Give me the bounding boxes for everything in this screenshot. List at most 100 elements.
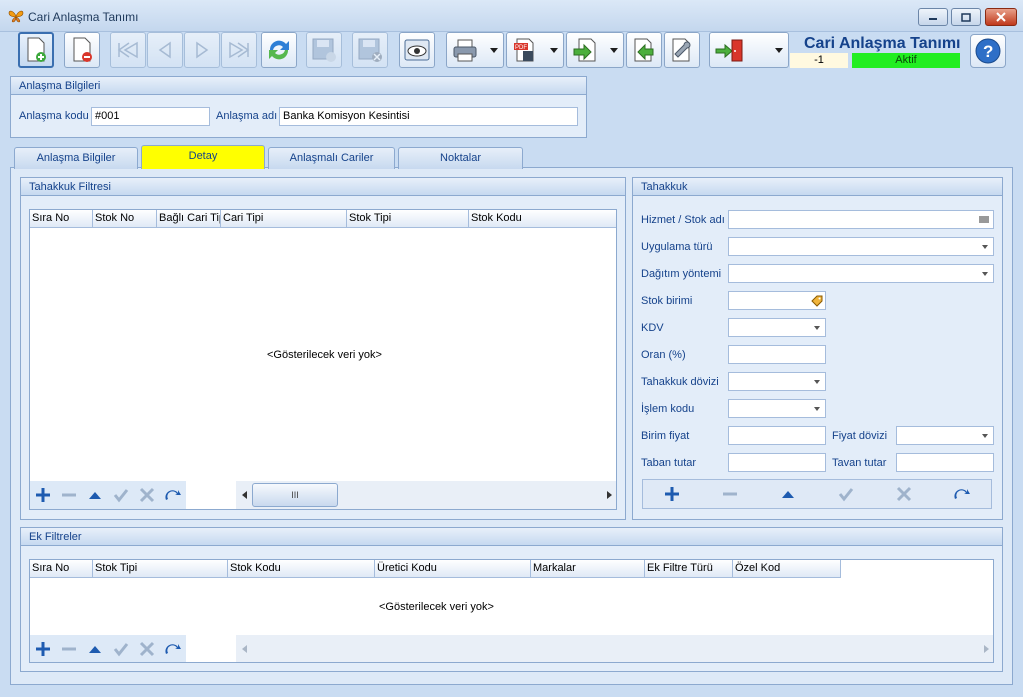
close-button[interactable]	[985, 8, 1017, 26]
service-stock-label: Hizmet / Stok adı	[641, 214, 725, 226]
export-button[interactable]	[566, 32, 624, 68]
new-record-button[interactable]	[18, 32, 54, 68]
service-stock-input[interactable]	[728, 210, 994, 229]
cancel-accrual-button[interactable]	[875, 482, 933, 506]
pdf-dropdown-arrow	[550, 48, 558, 53]
cancel-icon	[139, 487, 155, 503]
next-record-button[interactable]	[184, 32, 220, 68]
column-header[interactable]: Markalar	[531, 560, 645, 578]
confirm-icon	[838, 488, 854, 502]
cancel-button[interactable]	[134, 483, 160, 507]
application-type-label: Uygulama türü	[641, 241, 713, 253]
column-header[interactable]: Sıra No	[30, 560, 93, 578]
move-up-button[interactable]	[82, 637, 108, 661]
tab-points[interactable]: Noktalar	[398, 147, 523, 169]
extra-filters-group: Ek Filtreler Sıra No Stok Tipi Stok Kodu…	[20, 527, 1003, 672]
ceiling-amount-input[interactable]	[896, 453, 994, 472]
status-badge: Aktif	[852, 53, 960, 68]
application-type-select[interactable]	[728, 237, 994, 256]
price-currency-label: Fiyat dövizi	[832, 430, 888, 442]
tab-agreement-info[interactable]: Anlaşma Bilgiler	[14, 147, 138, 169]
move-up-accrual-button[interactable]	[759, 482, 817, 506]
column-header[interactable]: Stok Tipi	[347, 210, 469, 228]
pdf-icon: PDF	[514, 38, 534, 62]
remove-row-button[interactable]	[56, 483, 82, 507]
empty-grid-message: <Gösterilecek veri yok>	[267, 349, 382, 361]
confirm-icon	[113, 489, 129, 503]
cancel-button[interactable]	[134, 637, 160, 661]
remove-accrual-button[interactable]	[701, 482, 759, 506]
up-icon	[89, 492, 101, 499]
last-record-button[interactable]	[221, 32, 257, 68]
scroll-thumb[interactable]: III	[252, 483, 338, 507]
move-up-button[interactable]	[82, 483, 108, 507]
minimize-button[interactable]	[918, 8, 948, 26]
scroll-left-arrow[interactable]	[242, 645, 247, 653]
save-close-button[interactable]	[352, 32, 388, 68]
price-currency-select[interactable]	[896, 426, 994, 445]
chevron-down-icon	[814, 380, 820, 384]
add-row-button[interactable]	[30, 637, 56, 661]
scroll-right-arrow[interactable]	[984, 645, 989, 653]
column-header[interactable]: Ek Filtre Türü	[645, 560, 733, 578]
first-record-button[interactable]	[110, 32, 146, 68]
confirm-button[interactable]	[108, 483, 134, 507]
settings-button[interactable]	[664, 32, 700, 68]
floor-amount-input[interactable]	[728, 453, 826, 472]
exit-door-icon	[715, 39, 743, 62]
export-document-icon	[573, 38, 596, 62]
unit-price-input[interactable]	[728, 426, 826, 445]
column-header[interactable]: Stok Kodu	[469, 210, 616, 228]
confirm-accrual-button[interactable]	[817, 482, 875, 506]
stock-unit-input[interactable]	[728, 291, 826, 310]
delete-record-button[interactable]	[64, 32, 100, 68]
horizontal-scrollbar[interactable]	[236, 635, 993, 662]
agreement-code-input[interactable]: #001	[91, 107, 210, 126]
add-accrual-button[interactable]	[643, 482, 701, 506]
add-row-button[interactable]	[30, 483, 56, 507]
column-header[interactable]: Stok Kodu	[228, 560, 375, 578]
tab-agreement-accounts[interactable]: Anlaşmalı Cariler	[268, 147, 395, 169]
previous-record-button[interactable]	[147, 32, 183, 68]
scroll-left-arrow[interactable]	[242, 491, 247, 499]
exit-button[interactable]	[709, 32, 789, 68]
refresh-grid-button[interactable]	[160, 483, 186, 507]
refresh-button[interactable]	[261, 32, 297, 68]
refresh-accrual-button[interactable]	[933, 482, 991, 506]
vat-select[interactable]	[728, 318, 826, 337]
column-header[interactable]: Sıra No	[30, 210, 93, 228]
transaction-code-select[interactable]	[728, 399, 826, 418]
confirm-button[interactable]	[108, 637, 134, 661]
up-icon	[89, 646, 101, 653]
maximize-button[interactable]	[951, 8, 981, 26]
tab-detail[interactable]: Detay	[141, 145, 265, 169]
import-button[interactable]	[626, 32, 662, 68]
unit-price-label: Birim fiyat	[641, 430, 690, 442]
rate-input[interactable]	[728, 345, 826, 364]
svg-text:?: ?	[983, 42, 993, 61]
column-header[interactable]: Üretici Kodu	[375, 560, 531, 578]
distribution-method-select[interactable]	[728, 264, 994, 283]
extra-filters-grid[interactable]: Sıra No Stok Tipi Stok Kodu Üretici Kodu…	[29, 559, 994, 663]
save-button[interactable]	[306, 32, 342, 68]
accrual-group: Tahakkuk Hizmet / Stok adı Uygulama türü…	[632, 177, 1003, 520]
column-header[interactable]: Cari Tipi	[221, 210, 347, 228]
remove-row-button[interactable]	[56, 637, 82, 661]
refresh-grid-button[interactable]	[160, 637, 186, 661]
agreement-name-input[interactable]: Banka Komisyon Kesintisi	[279, 107, 578, 126]
column-header[interactable]: Özel Kod	[733, 560, 841, 578]
preview-button[interactable]	[399, 32, 435, 68]
window-title: Cari Anlaşma Tanımı	[28, 10, 139, 24]
accrual-currency-select[interactable]	[728, 372, 826, 391]
wrench-icon	[672, 38, 691, 62]
column-header[interactable]: Stok Tipi	[93, 560, 228, 578]
add-icon	[665, 487, 679, 501]
scroll-right-arrow[interactable]	[607, 491, 612, 499]
accrual-filter-grid[interactable]: Sıra No Stok No Bağlı Cari Tipi Cari Tip…	[29, 209, 617, 510]
export-pdf-button[interactable]: PDF	[506, 32, 564, 68]
help-button[interactable]: ?	[970, 34, 1006, 68]
column-header[interactable]: Bağlı Cari Tipi	[157, 210, 221, 228]
horizontal-scrollbar[interactable]: III	[236, 481, 616, 509]
print-button[interactable]	[446, 32, 504, 68]
column-header[interactable]: Stok No	[93, 210, 157, 228]
